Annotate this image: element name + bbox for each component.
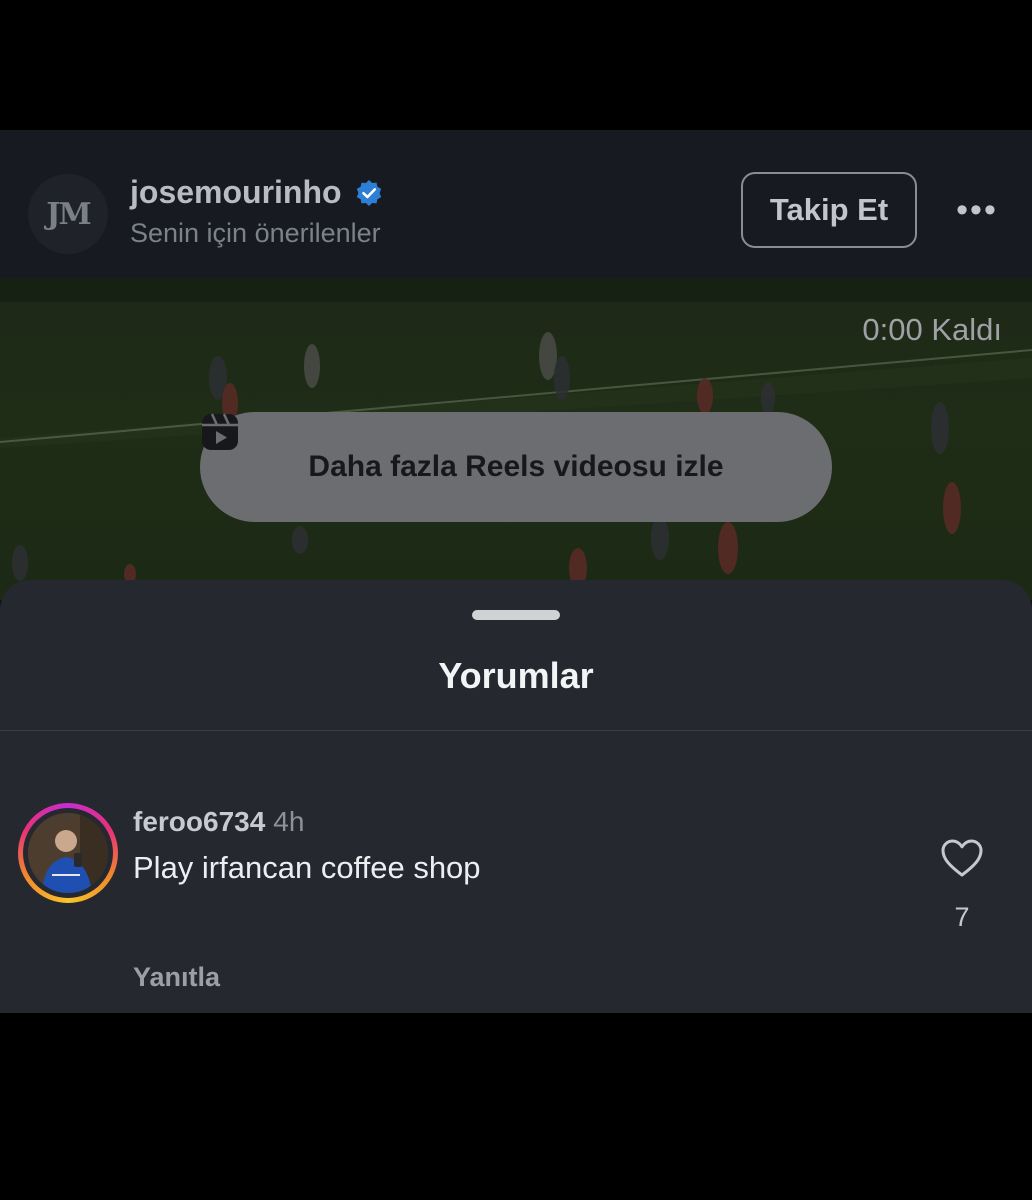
- more-options-icon[interactable]: •••: [952, 190, 1002, 230]
- watch-more-reels-button[interactable]: Daha fazla Reels videosu izle: [200, 412, 832, 522]
- post-header: JM josemourinho Senin için önerilenler T…: [0, 130, 1032, 278]
- comment-timestamp: 4h: [273, 806, 305, 837]
- sheet-divider: [0, 730, 1032, 731]
- username-row[interactable]: josemourinho: [130, 174, 384, 211]
- watch-more-reels-label: Daha fazla Reels videosu izle: [308, 450, 724, 483]
- profile-avatar[interactable]: JM: [28, 174, 108, 254]
- verified-badge-icon: [354, 178, 384, 208]
- reels-screen: JM josemourinho Senin için önerilenler T…: [0, 130, 1032, 1013]
- time-remaining-label: 0:00 Kaldı: [862, 312, 1002, 347]
- like-count: 7: [954, 902, 970, 932]
- reels-icon: [202, 413, 238, 450]
- reply-button[interactable]: Yanıtla: [133, 962, 220, 993]
- comment-username[interactable]: feroo6734: [133, 806, 265, 837]
- sheet-drag-handle[interactable]: [472, 610, 560, 620]
- follow-button[interactable]: Takip Et: [741, 172, 917, 248]
- comments-sheet: Yorumlar feroo6734 4h Play irfancan coff…: [0, 580, 1032, 1013]
- heart-icon[interactable]: [940, 838, 984, 878]
- comment-avatar-story-ring[interactable]: [18, 803, 118, 903]
- comment-text: Play irfancan coffee shop: [133, 850, 481, 885]
- comment-header: feroo6734 4h: [133, 806, 304, 838]
- username[interactable]: josemourinho: [130, 174, 342, 211]
- suggested-for-you-label: Senin için önerilenler: [130, 218, 381, 248]
- comments-title: Yorumlar: [438, 655, 594, 696]
- video-player[interactable]: 0:00 Kaldı Daha fazla Reels videosu izle: [0, 278, 1032, 600]
- avatar: [28, 813, 108, 893]
